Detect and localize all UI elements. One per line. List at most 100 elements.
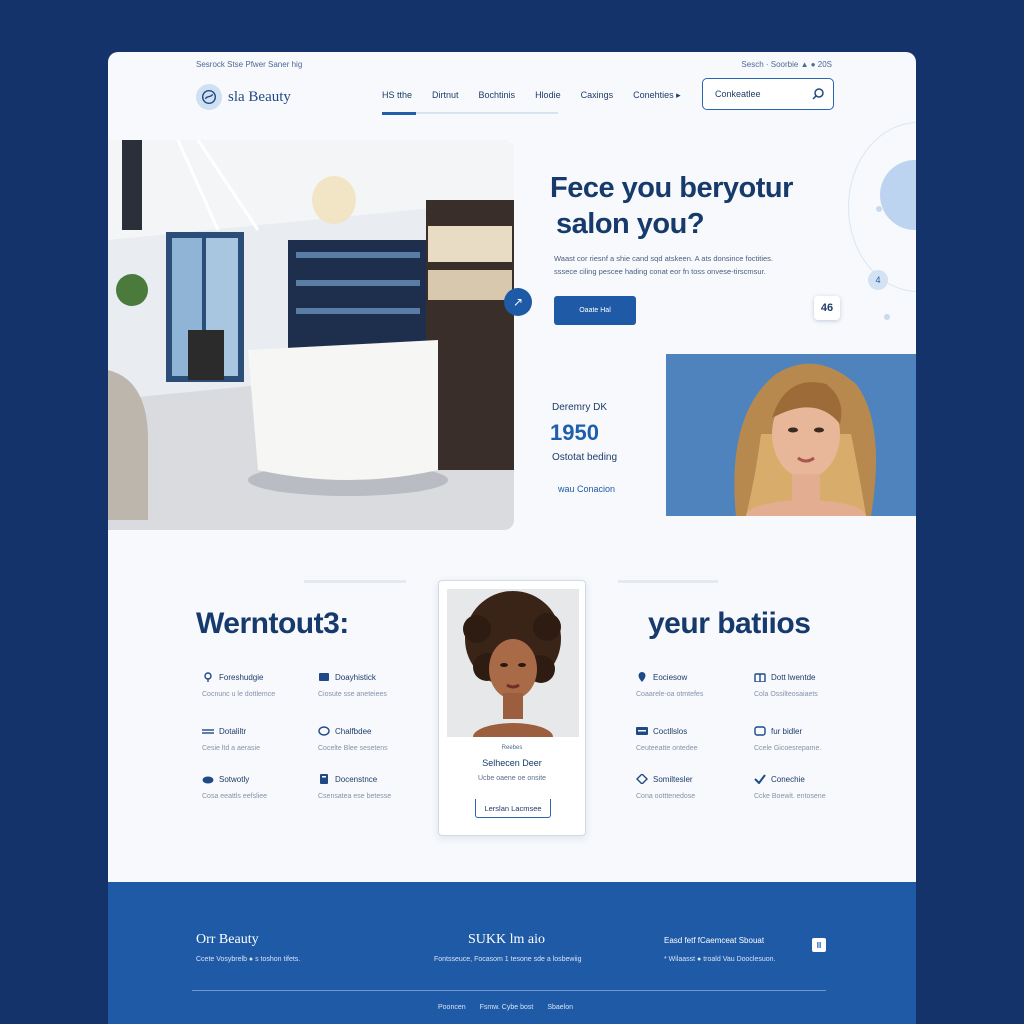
service-name: fur bidler: [771, 726, 803, 736]
service-item[interactable]: Coctllslos Ceuteeatte ontedee: [636, 726, 698, 752]
cloud-icon: [202, 774, 214, 784]
service-name: Dott lwentde: [771, 672, 816, 682]
utility-links[interactable]: Sesrock Stse Pfwer Saner hig: [196, 60, 302, 69]
service-item[interactable]: Eociesow Coaarele-oa otmtefes: [636, 672, 703, 698]
stylist-button[interactable]: Lerslan Lacmsee: [475, 799, 551, 818]
footer: Orr Beauty Ccete Vosybrelb ● s toshon ti…: [108, 882, 916, 1024]
nav-item-home[interactable]: HS tthe: [382, 90, 412, 101]
service-name: Docenstnce: [335, 774, 378, 784]
service-item[interactable]: Dott lwentde Cola Ossilteosaiaets: [754, 672, 818, 699]
service-name: Eociesow: [653, 672, 688, 682]
stylist-card[interactable]: Reebes Selhecen Deer Ucbe oaene oe onsit…: [438, 580, 586, 836]
search-box[interactable]: Conkeatlee: [702, 78, 834, 110]
comb-icon: [202, 726, 214, 736]
nav-item-3[interactable]: Bochtinis: [479, 90, 516, 101]
service-name: Chalfbdee: [335, 726, 372, 736]
stat-label: Deremry DK: [552, 402, 608, 413]
social-icon[interactable]: II: [812, 938, 826, 952]
service-item[interactable]: Somiltesler Cona ootttenedose: [636, 773, 696, 800]
service-name: Doayhistick: [335, 672, 376, 682]
search-icon[interactable]: [811, 87, 825, 101]
footer-link[interactable]: Pooncen: [438, 1004, 466, 1011]
footer-col3-text: * Wilaasst ● troald Vau Dooclesuon.: [664, 956, 776, 963]
decorative-dot: [884, 314, 890, 320]
hero-cta-button[interactable]: Oaate Hal: [554, 296, 636, 325]
service-name: Somiltesler: [653, 774, 693, 784]
service-desc: Cola Ossilteosaiaets: [754, 691, 818, 698]
service-desc: Ccke Boewit. entosene: [754, 793, 826, 800]
service-name: Conechie: [771, 774, 805, 784]
gift-icon: [754, 672, 766, 683]
check-icon: [754, 774, 766, 785]
service-desc: Cesie ltd a aerasie: [202, 745, 260, 752]
nav-item-4[interactable]: Hlodie: [535, 90, 561, 101]
footer-link[interactable]: Fsmw. Cybe bost: [480, 1004, 534, 1011]
stylist-desc: Ucbe oaene oe onsite: [477, 775, 547, 782]
document-icon: [318, 774, 330, 784]
decorative-badge: 4: [868, 270, 888, 290]
footer-col3-title: Easd fetf fCaemceat Sbouat: [664, 936, 765, 945]
brand-logo[interactable]: sla Beauty: [196, 84, 291, 110]
service-item[interactable]: Foreshudgie Cocnunc u le dottlemce: [202, 672, 275, 698]
calendar-icon: [318, 672, 330, 682]
service-item[interactable]: Doayhistick Ciosute sse aneteiees: [318, 672, 387, 699]
service-item[interactable]: Conechie Ccke Boewit. entosene: [754, 774, 826, 800]
location-icon: [636, 672, 648, 682]
utility-meta[interactable]: Sesch · Soorbie ▲ ● 20S: [741, 60, 832, 69]
chat-icon: [318, 726, 330, 736]
service-desc: Cocelte Blee sesetens: [318, 745, 388, 752]
service-name: Dotaliltr: [219, 726, 247, 736]
nav-item-6[interactable]: Conehties ▸: [633, 90, 681, 101]
mirror-icon: [754, 726, 766, 736]
hero-headline-line-2: salon you?: [556, 208, 705, 240]
section-divider: [618, 580, 718, 583]
stylist-role: Reebes: [501, 745, 523, 751]
pin-icon: [202, 672, 214, 682]
footer-link[interactable]: Sbaelon: [547, 1004, 573, 1011]
section-divider: [304, 580, 406, 583]
contact-link[interactable]: wau Conacion: [558, 484, 615, 494]
service-item[interactable]: Dotaliltr Cesie ltd a aerasie: [202, 726, 260, 752]
count-badge: 46: [814, 296, 840, 320]
services-right-title: yeur batiios: [648, 607, 811, 640]
hero-subcopy-line-2: sssece ciling pescee hading conat eor fn…: [554, 267, 766, 276]
service-item[interactable]: Docenstnce Csensatea ese betesse: [318, 774, 391, 800]
carousel-next-button[interactable]: ↗: [504, 288, 532, 316]
hero-headline: Fece you beryotur salon you?: [550, 170, 850, 242]
services-left-title: Werntout3:: [196, 607, 349, 640]
hero-subcopy: Waast cor riesnf a shie cand sqd atskeen…: [554, 252, 834, 278]
arrow-icon: ↗: [512, 295, 524, 309]
nav-item-2[interactable]: Dirtnut: [432, 90, 459, 101]
hero-headline-line-1: Fece you beryotur: [550, 172, 793, 204]
nav-active-indicator: [382, 111, 416, 115]
footer-divider: [192, 990, 826, 991]
service-name: Sotwotly: [219, 774, 250, 784]
utility-bar: Sesrock Stse Pfwer Saner hig Sesch · Soo…: [196, 60, 832, 72]
service-item[interactable]: fur bidler Ccele Gicoesrepame.: [754, 726, 821, 752]
service-item[interactable]: Chalfbdee Cocelte Blee sesetens: [318, 726, 388, 752]
service-desc: Cona ootttenedose: [636, 793, 696, 800]
service-desc: Csensatea ese betesse: [318, 793, 392, 800]
stylist-name: Selhecen Deer: [482, 758, 542, 768]
footer-col1-title: Orr Beauty: [196, 932, 259, 947]
stylist-photo: [447, 589, 579, 737]
decorative-dot: [876, 206, 882, 212]
footer-links: Pooncen Fsmw. Cybe bost Sbaelon: [438, 1004, 573, 1011]
salon-interior-image: [108, 140, 514, 530]
nav-item-5[interactable]: Caxings: [581, 90, 614, 101]
footer-col1-text: Ccete Vosybrelb ● s toshon tifets.: [196, 956, 301, 963]
search-label: Conkeatlee: [715, 89, 761, 99]
service-desc: Cocnunc u le dottlemce: [202, 691, 276, 698]
service-desc: Ccele Gicoesrepame.: [754, 745, 822, 752]
model-portrait-image: [666, 354, 916, 516]
service-desc: Cosa eeattls eefsliee: [202, 793, 267, 800]
service-desc: Ceuteeatte ontedee: [636, 745, 698, 752]
nav-underline: [382, 111, 558, 115]
diamond-icon: [636, 773, 648, 785]
service-name: Coctllslos: [653, 726, 688, 736]
footer-col2-title: SUKK lm aio: [468, 932, 545, 947]
logo-icon: [196, 84, 222, 110]
page-frame: Sesrock Stse Pfwer Saner hig Sesch · Soo…: [108, 52, 916, 1024]
service-item[interactable]: Sotwotly Cosa eeattls eefsliee: [202, 774, 267, 801]
decorative-badge-text: 4: [875, 275, 881, 285]
